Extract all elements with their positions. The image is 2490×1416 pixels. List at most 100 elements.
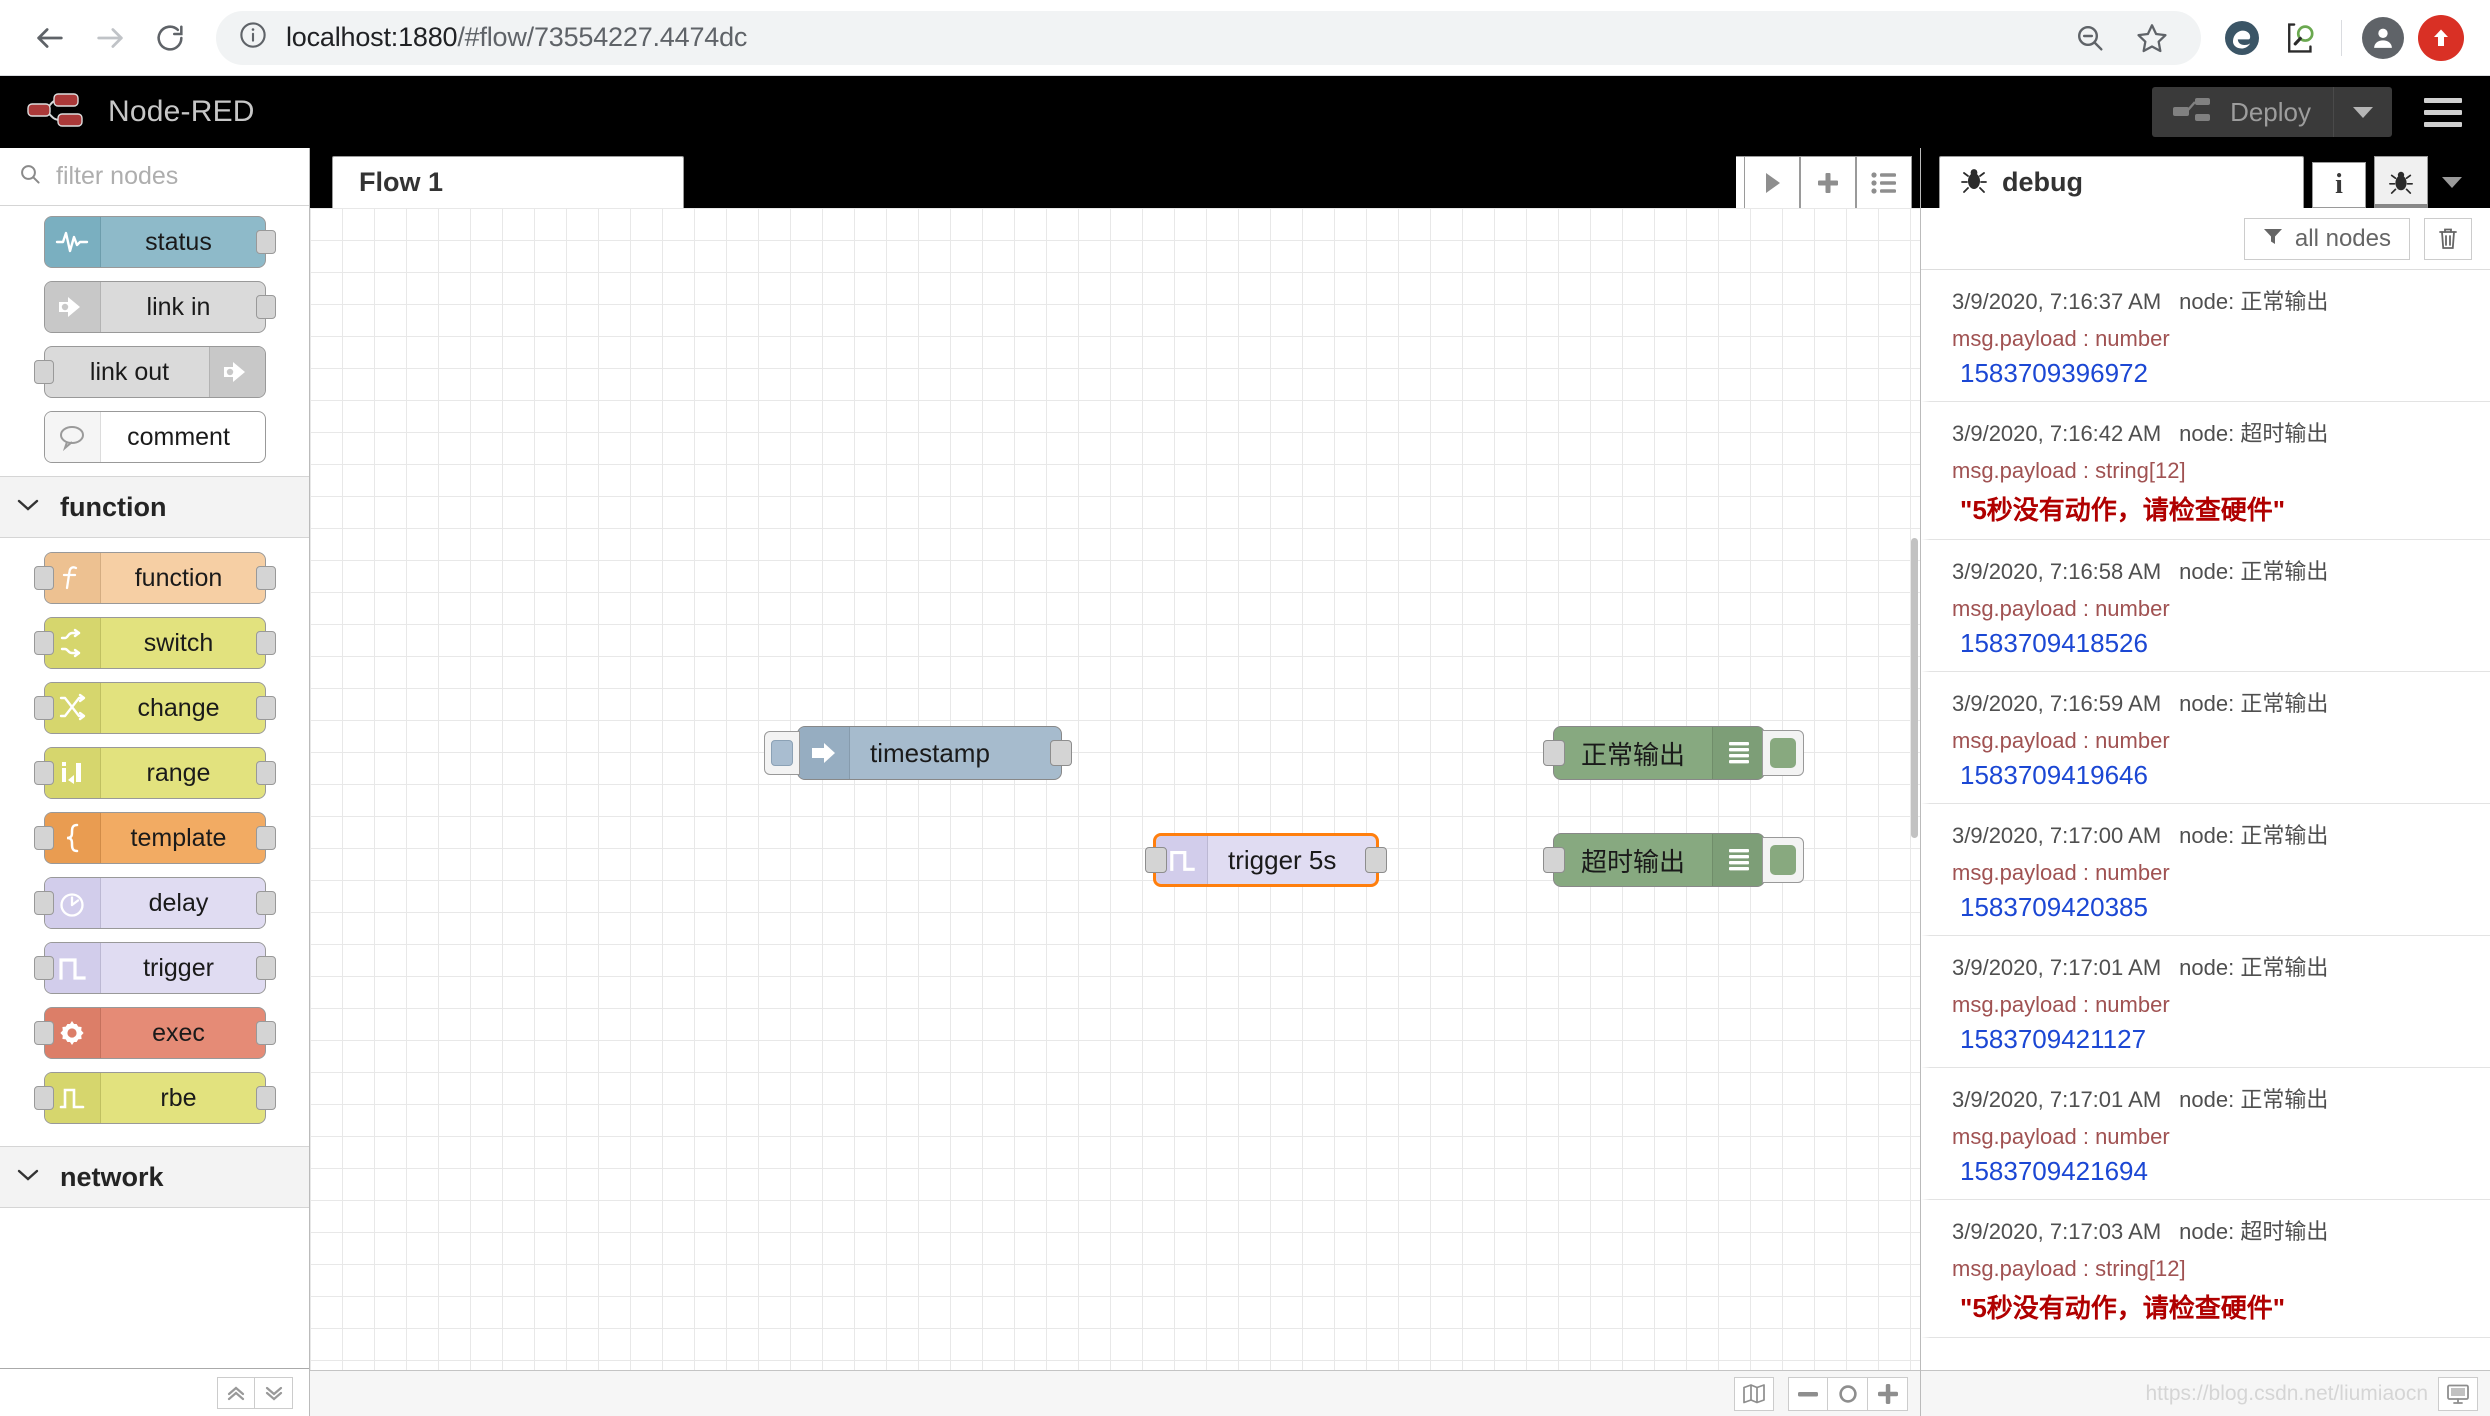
tab-info[interactable]: i [2312,162,2366,208]
debug-toggle-button[interactable] [1762,730,1804,776]
output-port[interactable] [1365,847,1387,873]
debug-message[interactable]: 3/9/2020, 7:16:37 AMnode: 正常输出 msg.paylo… [1921,270,2490,402]
output-port[interactable] [256,1086,276,1110]
input-port[interactable] [34,826,54,850]
input-port[interactable] [1543,740,1565,766]
palette-node-trigger[interactable]: trigger [44,942,266,994]
output-port[interactable] [256,891,276,915]
debug-message[interactable]: 3/9/2020, 7:16:42 AMnode: 超时输出 msg.paylo… [1921,402,2490,540]
clear-debug-button[interactable] [2424,218,2472,260]
input-port[interactable] [34,891,54,915]
zoom-out-icon[interactable] [2063,11,2117,65]
forward-button[interactable] [82,10,138,66]
star-icon[interactable] [2125,11,2179,65]
debug-node-name: node: 正常输出 [2179,289,2328,314]
monitor-icon[interactable] [2438,1377,2478,1411]
canvas-vertical-scrollbar[interactable] [1911,538,1918,838]
add-flow-icon[interactable] [1800,156,1856,208]
output-port[interactable] [256,826,276,850]
output-port[interactable] [256,696,276,720]
output-port[interactable] [1050,740,1072,766]
tab-debug-messages[interactable] [2374,156,2428,208]
play-tabs-icon[interactable] [1744,156,1800,208]
flow-node-timeout-output[interactable]: 超时输出 [1553,833,1765,887]
debug-property: msg.payload : number [1952,992,2472,1018]
input-port[interactable] [34,360,54,384]
profile-avatar-icon[interactable] [2356,11,2410,65]
debug-message[interactable]: 3/9/2020, 7:16:59 AMnode: 正常输出 msg.paylo… [1921,672,2490,804]
chevron-double-up-icon[interactable] [217,1377,255,1409]
output-port[interactable] [256,295,276,319]
palette-node-function[interactable]: function [44,552,266,604]
palette-node-comment[interactable]: comment [44,411,266,463]
palette-node-exec[interactable]: exec [44,1007,266,1059]
palette-category-function[interactable]: function [0,476,309,538]
palette-node-status[interactable]: status [44,216,266,268]
debug-message-meta: 3/9/2020, 7:16:58 AMnode: 正常输出 [1952,554,2472,586]
debug-value: 1583709418526 [1952,628,2472,659]
palette-node-delay[interactable]: delay [44,877,266,929]
flow-canvas[interactable]: timestamp trigger 5s 正常输出 [310,208,1920,1370]
tab-flow-1[interactable]: Flow 1 [332,156,684,208]
deploy-button[interactable]: Deploy [2152,87,2392,137]
output-port[interactable] [256,761,276,785]
sidebar-menu-chevron-down-icon[interactable] [2428,156,2476,208]
input-port[interactable] [1543,847,1565,873]
debug-message[interactable]: 3/9/2020, 7:17:01 AMnode: 正常输出 msg.paylo… [1921,1068,2490,1200]
zoom-reset-icon[interactable] [1828,1377,1868,1411]
palette-node-link-out[interactable]: link out [44,346,266,398]
palette-category-network[interactable]: network [0,1146,309,1208]
input-port[interactable] [34,631,54,655]
input-port[interactable] [34,696,54,720]
debug-toggle-button[interactable] [1762,837,1804,883]
palette-node-switch[interactable]: switch [44,617,266,669]
debug-message[interactable]: 3/9/2020, 7:17:03 AMnode: 超时输出 msg.paylo… [1921,1200,2490,1338]
tab-debug[interactable]: debug [1939,156,2304,208]
update-available-icon[interactable] [2414,11,2468,65]
palette-node-link-in[interactable]: link in [44,281,266,333]
chevron-double-down-icon[interactable] [255,1377,293,1409]
back-button[interactable] [22,10,78,66]
debug-message[interactable]: 3/9/2020, 7:17:00 AMnode: 正常输出 msg.paylo… [1921,804,2490,936]
input-port[interactable] [34,761,54,785]
palette-search[interactable]: filter nodes [0,148,309,206]
output-port[interactable] [256,956,276,980]
reload-button[interactable] [142,10,198,66]
zoom-out-icon[interactable] [1788,1377,1828,1411]
flow-node-trigger-5s[interactable]: trigger 5s [1153,833,1379,887]
output-port[interactable] [256,230,276,254]
edge-extension-icon[interactable] [2215,11,2269,65]
debug-timestamp: 3/9/2020, 7:16:37 AM [1952,289,2161,314]
palette-node-list[interactable]: status link in link out [0,206,309,1368]
output-port[interactable] [256,1021,276,1045]
input-port[interactable] [34,566,54,590]
output-port[interactable] [256,566,276,590]
input-port[interactable] [1145,847,1167,873]
flow-node-normal-output[interactable]: 正常输出 [1553,726,1765,780]
node-red-header: Node-RED Deploy [0,76,2490,148]
deploy-dropdown-button[interactable] [2333,87,2392,137]
address-bar[interactable]: localhost:1880/#flow/73554227.4474dc [216,11,2201,65]
navigator-map-icon[interactable] [1734,1377,1774,1411]
zoom-in-icon[interactable] [1868,1377,1908,1411]
code-inspector-icon[interactable] [2273,11,2327,65]
navigator-group [1734,1377,1774,1411]
flow-node-timestamp[interactable]: timestamp [797,726,1062,780]
palette-node-rbe[interactable]: rbe [44,1072,266,1124]
flow-list-icon[interactable] [1856,156,1912,208]
palette-node-template[interactable]: template [44,812,266,864]
palette-node-change[interactable]: change [44,682,266,734]
debug-message[interactable]: 3/9/2020, 7:16:58 AMnode: 正常输出 msg.paylo… [1921,540,2490,672]
input-port[interactable] [34,1086,54,1110]
input-port[interactable] [34,956,54,980]
hamburger-menu-icon[interactable] [2418,92,2468,133]
debug-message-list[interactable]: 3/9/2020, 7:16:37 AM node: 正常输出 msg.paylo… [1921,270,2490,1370]
site-info-icon[interactable] [238,20,268,55]
filter-all-nodes-button[interactable]: all nodes [2244,218,2410,260]
inject-trigger-button[interactable] [764,731,800,775]
debug-message[interactable]: 3/9/2020, 7:17:01 AMnode: 正常输出 msg.paylo… [1921,936,2490,1068]
input-port[interactable] [34,1021,54,1045]
output-port[interactable] [256,631,276,655]
url-path: /#flow/73554227.4474dc [457,22,747,52]
palette-node-range[interactable]: range [44,747,266,799]
